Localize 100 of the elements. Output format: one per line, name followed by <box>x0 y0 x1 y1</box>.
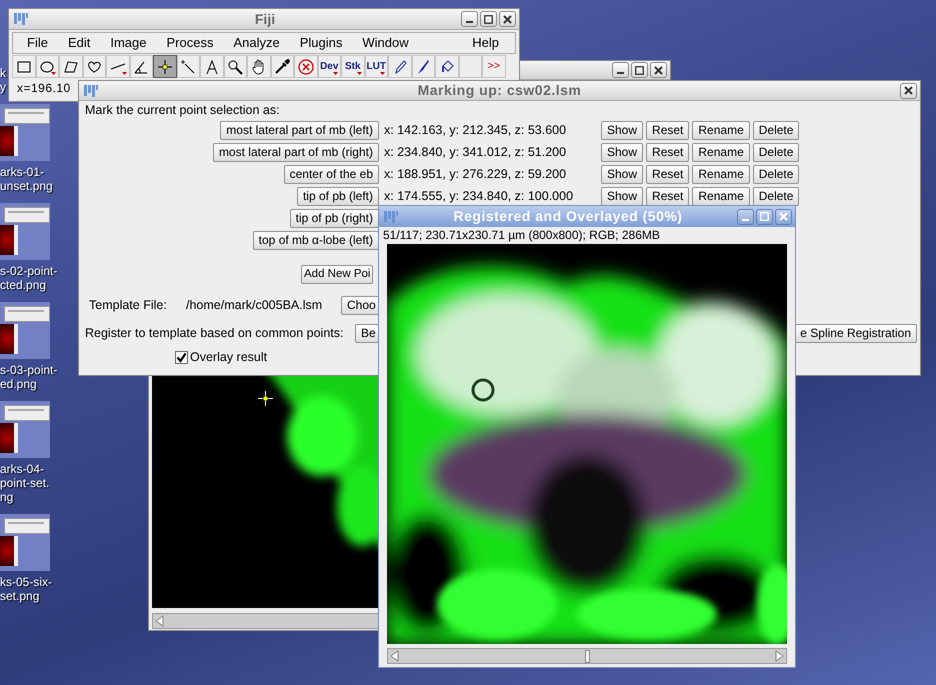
toolbar-button[interactable]: LUT <box>364 55 388 78</box>
button[interactable]: Show <box>601 120 644 140</box>
button[interactable]: Rename <box>692 120 750 140</box>
file-name-label[interactable]: arks-04- point-set. ng <box>0 462 50 504</box>
field-label: Register to template based on common points: <box>85 325 344 342</box>
button[interactable]: tip of pb (left) <box>296 186 379 206</box>
instruction-text: Mark the current point selection as: <box>84 102 281 119</box>
window-title: Fiji <box>254 10 276 29</box>
point-tool[interactable] <box>153 55 176 78</box>
coordinates-text: x: 188.951, y: 276.229, z: 59.200 <box>383 166 568 183</box>
button[interactable]: Delete <box>752 164 800 184</box>
file-name-label[interactable]: k y <box>0 66 6 94</box>
close-button[interactable] <box>499 11 516 27</box>
button[interactable]: Delete <box>752 186 800 206</box>
button[interactable]: Reset <box>646 164 690 184</box>
button[interactable]: Reset <box>646 120 690 140</box>
rectangle-tool[interactable] <box>12 55 36 78</box>
menu-item[interactable]: Process <box>156 33 224 53</box>
button[interactable]: Rename <box>692 142 750 162</box>
screenshot-thumbnail[interactable] <box>0 401 50 458</box>
letter-icon <box>204 58 220 74</box>
oval-tool[interactable] <box>36 55 59 78</box>
oval-icon <box>39 58 56 74</box>
checkbox[interactable] <box>175 350 188 364</box>
crosshair-icon <box>156 58 173 74</box>
stop-tool[interactable] <box>294 55 318 78</box>
maximize-icon <box>484 14 493 24</box>
dropper-tool[interactable] <box>270 55 294 78</box>
angle-tool[interactable] <box>130 55 153 78</box>
field-label: Template File: <box>89 297 168 314</box>
close-button[interactable] <box>650 62 667 78</box>
screenshot-thumbnail[interactable] <box>0 514 50 571</box>
horizontal-scrollbar[interactable] <box>387 648 787 664</box>
button[interactable]: Delete <box>752 142 800 162</box>
fill-tool[interactable] <box>435 55 458 78</box>
button[interactable]: Reset <box>646 142 690 162</box>
status-text: x=196.10 <box>17 80 71 97</box>
menu-item[interactable]: Image <box>100 33 156 53</box>
checkbox-label: Overlay result <box>190 349 268 366</box>
button[interactable]: Reset <box>646 186 690 206</box>
button[interactable]: most lateral part of mb (right) <box>212 142 379 162</box>
zoom-tool[interactable] <box>224 55 247 78</box>
app-logo-icon <box>383 210 399 224</box>
maximize-button[interactable] <box>631 62 648 78</box>
button[interactable]: tip of pb (right) <box>290 208 379 228</box>
button[interactable]: Show <box>601 142 644 162</box>
button[interactable]: Add New Poi <box>301 265 374 284</box>
button[interactable]: e Spline Registration <box>794 324 917 343</box>
maximize-button[interactable] <box>480 11 497 27</box>
minimize-icon <box>742 218 749 220</box>
menu-item[interactable]: File <box>17 33 58 53</box>
coordinates-text: x: 142.163, y: 212.345, z: 53.600 <box>383 122 568 139</box>
file-name-label[interactable]: s-02-point- cted.png <box>0 264 58 292</box>
checkmark-icon <box>176 352 187 363</box>
line-tool[interactable] <box>106 55 130 78</box>
file-name-label[interactable]: arks-01- unset.png <box>0 165 53 193</box>
pencil-tool[interactable] <box>388 55 412 78</box>
file-name-label[interactable]: ks-05-six- set.png <box>0 575 52 603</box>
file-name-label[interactable]: s-03-point- ed.png <box>0 363 58 391</box>
polygon-tool[interactable] <box>59 55 82 78</box>
maximize-icon <box>760 212 769 221</box>
file-path-text: /home/mark/c005BA.lsm <box>186 297 324 314</box>
minimize-button[interactable] <box>612 62 629 78</box>
wand-tool[interactable] <box>176 55 200 78</box>
hand-tool[interactable] <box>247 55 270 78</box>
button[interactable]: Show <box>601 164 644 184</box>
brush-icon <box>415 58 432 74</box>
button[interactable]: Delete <box>752 120 800 140</box>
app-logo-icon <box>13 12 29 26</box>
button[interactable]: Rename <box>692 186 750 206</box>
minimize-button[interactable] <box>461 11 478 27</box>
freehand-tool[interactable] <box>82 55 106 78</box>
menu-item[interactable]: Edit <box>58 33 100 53</box>
menu-item[interactable]: Window <box>352 33 419 53</box>
window-title: Marking up: csw02.lsm <box>416 81 582 100</box>
menu-item[interactable]: Plugins <box>290 33 352 53</box>
wand-icon <box>180 58 196 74</box>
button[interactable]: Show <box>601 186 644 206</box>
screenshot-thumbnail[interactable] <box>0 203 50 260</box>
coordinates-text: x: 234.840, y: 341.012, z: 51.200 <box>383 144 568 161</box>
button[interactable]: top of mb α-lobe (left) <box>252 230 379 250</box>
rectangle-icon <box>16 58 32 74</box>
button[interactable]: Rename <box>692 164 750 184</box>
screenshot-thumbnail[interactable] <box>0 104 50 161</box>
image-info-text: 51/117; 230.71x230.71 µm (800x800); RGB; 286MB <box>382 227 661 243</box>
toolbar-button[interactable]: Stk <box>341 55 364 78</box>
brush-tool[interactable] <box>412 55 435 78</box>
maximize-icon <box>635 66 644 74</box>
button[interactable]: most lateral part of mb (left) <box>220 120 379 140</box>
close-button[interactable] <box>900 82 917 98</box>
more-tools-button[interactable]: >> <box>482 55 506 78</box>
menu-item[interactable]: Help <box>462 33 509 53</box>
text-tool[interactable] <box>200 55 224 78</box>
scrollbar-thumb[interactable] <box>584 650 590 662</box>
button[interactable]: center of the eb <box>284 164 379 184</box>
horizontal-scrollbar[interactable] <box>152 613 380 629</box>
minimize-icon <box>617 72 624 74</box>
screenshot-thumbnail[interactable] <box>0 302 50 359</box>
menu-item[interactable]: Analyze <box>223 33 290 53</box>
toolbar-button[interactable]: Dev <box>318 55 341 78</box>
